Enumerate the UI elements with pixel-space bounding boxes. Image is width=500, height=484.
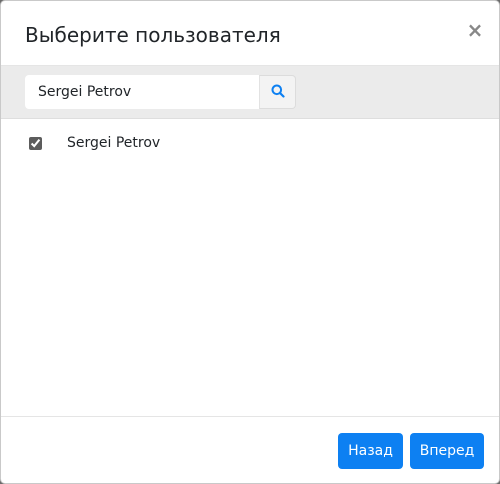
user-checkbox[interactable] xyxy=(29,136,42,150)
dialog-footer: Назад Вперед xyxy=(1,416,499,483)
dialog-title: Выберите пользователя xyxy=(25,23,281,47)
close-button[interactable]: × xyxy=(465,19,485,41)
list-item: Sergei Petrov xyxy=(29,133,160,153)
user-list: Sergei Petrov xyxy=(1,119,499,416)
dialog-header: Выберите пользователя × xyxy=(1,1,499,66)
search-input[interactable] xyxy=(25,75,259,109)
next-button[interactable]: Вперед xyxy=(410,433,484,469)
user-name: Sergei Petrov xyxy=(67,135,161,151)
search-icon xyxy=(271,84,285,101)
select-user-dialog: Выберите пользователя × Sergei Petrov На… xyxy=(0,0,500,484)
back-button[interactable]: Назад xyxy=(338,433,403,469)
search-group xyxy=(25,75,296,109)
search-button[interactable] xyxy=(259,75,296,109)
search-bar xyxy=(1,66,499,119)
